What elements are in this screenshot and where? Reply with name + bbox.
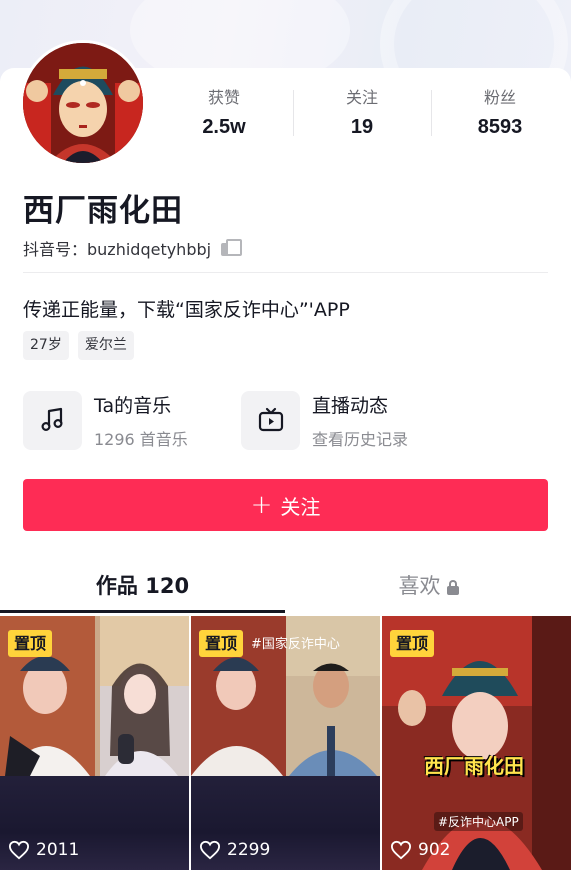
video-likes: 2299 (199, 840, 270, 860)
stat-label: 粉丝 (483, 88, 516, 107)
stat-followers[interactable]: 粉丝 8593 (431, 84, 569, 139)
heart-icon (199, 840, 221, 860)
stat-following[interactable]: 关注 19 (293, 84, 431, 139)
music-icon-box (23, 390, 82, 450)
tab-active-indicator (0, 610, 285, 613)
music-tile[interactable]: Ta的音乐 1296 首音乐 (23, 390, 188, 450)
music-tile-title: Ta的音乐 (94, 394, 172, 417)
tab-likes-label: 喜欢 (398, 574, 441, 598)
copy-icon[interactable] (221, 239, 243, 257)
video-likes: 2011 (8, 840, 79, 860)
video-thumbnail[interactable]: 置顶 西厂雨化田 #反诈中心APP 902 (382, 616, 571, 870)
live-tile[interactable]: 直播动态 查看历史记录 (241, 390, 408, 450)
tab-works-label: 作品 120 (95, 574, 190, 598)
profile-name: 西厂雨化田 (23, 193, 183, 229)
stat-value: 19 (350, 116, 374, 138)
live-tile-subtitle: 查看历史记录 (312, 429, 409, 449)
heart-icon (390, 840, 412, 860)
tag-location: 爱尔兰 (77, 331, 134, 360)
video-thumbnail[interactable]: 置顶 2011 (0, 616, 189, 870)
video-grid: 置顶 2011 置顶 #国家反诈中心 2299 置顶 西厂雨化田 #反诈中心AP… (0, 616, 571, 870)
profile-tags: 27岁 爱尔兰 (23, 331, 134, 360)
video-likes-count: 2299 (227, 840, 271, 860)
live-icon-box (241, 390, 300, 450)
video-sub-caption: #反诈中心APP (434, 812, 523, 831)
stat-likes[interactable]: 获赞 2.5w (155, 84, 293, 139)
content-tabs: 作品 120 喜欢 (0, 560, 571, 616)
profile-stats: 获赞 2.5w 关注 19 粉丝 8593 (155, 84, 571, 144)
pinned-badge: 置顶 (199, 630, 244, 657)
avatar[interactable] (20, 40, 146, 166)
pinned-badge: 置顶 (390, 630, 435, 657)
music-note-icon (40, 407, 63, 432)
follow-button[interactable]: + 关注 (23, 479, 548, 531)
live-tile-title: 直播动态 (312, 394, 389, 417)
douyin-id-row: 抖音号：buzhidqetyhbbj (23, 236, 243, 260)
stat-value: 8593 (477, 116, 523, 138)
pinned-badge: 置顶 (8, 630, 53, 657)
profile-bio: 传递正能量，下载“国家反诈中心”'APP (23, 299, 350, 321)
tab-likes[interactable]: 喜欢 (286, 570, 571, 600)
video-caption: 西厂雨化田 (424, 754, 524, 778)
video-likes-count: 2011 (36, 840, 80, 860)
video-likes: 902 (390, 840, 450, 860)
tag-age: 27岁 (23, 331, 69, 360)
lock-icon (446, 580, 459, 595)
tab-works[interactable]: 作品 120 (0, 570, 285, 600)
music-tile-subtitle: 1296 首音乐 (94, 429, 188, 449)
live-tv-icon (258, 407, 283, 432)
plus-icon: + (250, 490, 273, 520)
stat-label: 关注 (345, 88, 378, 107)
follow-button-label: 关注 (280, 494, 321, 519)
video-likes-count: 902 (418, 840, 451, 860)
video-thumbnail[interactable]: 置顶 #国家反诈中心 2299 (191, 616, 380, 870)
divider (23, 272, 548, 273)
stat-label: 获赞 (207, 88, 240, 107)
stat-value: 2.5w (202, 116, 246, 138)
douyin-id-text: 抖音号：buzhidqetyhbbj (23, 240, 212, 259)
heart-icon (8, 840, 30, 860)
video-caption: #国家反诈中心 (251, 637, 340, 652)
